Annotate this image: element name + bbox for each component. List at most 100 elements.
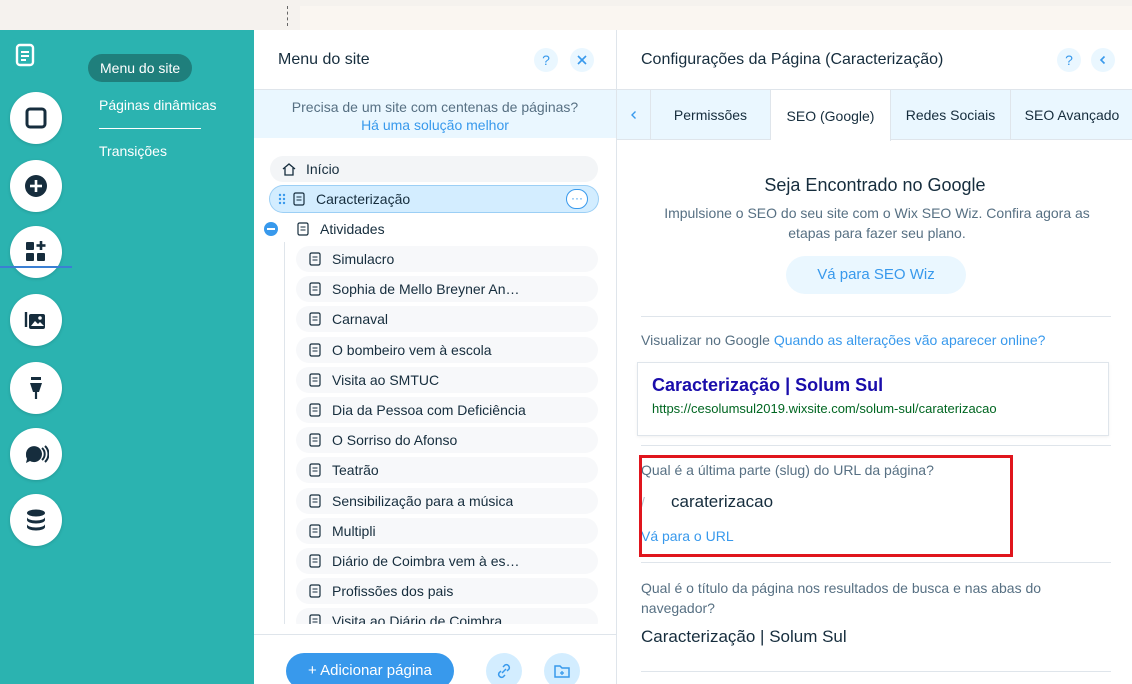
seo-description: Impulsione o SEO do seu site com o Wix S… (664, 205, 1090, 241)
help-button[interactable]: ? (1057, 48, 1081, 72)
background-button[interactable] (10, 92, 62, 144)
tab-advanced-seo[interactable]: SEO Avançado (1011, 90, 1132, 140)
chat-bubble-icon (25, 445, 49, 463)
subpage-item[interactable]: Visita ao SMTUC (296, 366, 598, 393)
tab-social[interactable]: Redes Sociais (891, 90, 1011, 140)
close-button[interactable] (570, 48, 594, 72)
page-icon (309, 252, 321, 266)
banner-link[interactable]: Há uma solução melhor (254, 116, 616, 134)
nav-transitions[interactable]: Transições (99, 143, 167, 159)
square-icon (25, 107, 47, 129)
apps-icon (26, 241, 46, 261)
google-preview: Caracterização | Solum Sul https://cesol… (637, 362, 1109, 436)
tab-seo-google[interactable]: SEO (Google) (771, 90, 891, 141)
nav-dynamic-pages[interactable]: Páginas dinâmicas (99, 97, 217, 113)
help-button[interactable]: ? (534, 48, 558, 72)
tabs-scroll-left[interactable] (617, 90, 651, 140)
nav-divider (99, 128, 201, 129)
subpage-item[interactable]: Simulacro (296, 246, 598, 272)
page-icon (309, 373, 321, 387)
page-title-input[interactable]: Caracterização | Solum Sul (641, 627, 847, 647)
page-options-button[interactable]: ··· (566, 189, 588, 209)
media-button[interactable] (10, 294, 62, 346)
subpage-item[interactable]: O Sorriso do Afonso (296, 427, 598, 454)
database-icon (27, 509, 45, 531)
divider (641, 445, 1111, 446)
pages-menu-button[interactable] (8, 38, 42, 72)
media-icon (24, 312, 45, 329)
subpage-item[interactable]: Visita ao Diário de Coimbra (296, 608, 598, 624)
subpage-item[interactable]: Dia da Pessoa com Deficiência (296, 397, 598, 423)
page-icon (309, 584, 321, 598)
seo-wiz-button[interactable]: Vá para SEO Wiz (786, 256, 966, 294)
page-icon (309, 554, 321, 568)
page-label: O Sorriso do Afonso (332, 432, 458, 449)
page-label: Simulacro (332, 251, 395, 267)
page-item[interactable]: Atividades (264, 216, 598, 242)
collapse-panel-button[interactable] (1091, 48, 1115, 72)
chat-button[interactable] (10, 428, 62, 480)
page-icon (309, 433, 321, 447)
canvas-guide-line (287, 6, 288, 26)
page-icon (309, 282, 321, 296)
site-menu-header: Menu do site ? (254, 30, 616, 90)
google-preview-url: https://cesolumsul2019.wixsite.com/solum… (652, 401, 997, 416)
app-market-button[interactable] (10, 226, 62, 278)
add-element-button[interactable] (10, 160, 62, 212)
canvas-ruler (300, 6, 1132, 30)
page-icon (293, 192, 305, 206)
preview-help-link[interactable]: Quando as alterações vão aparecer online… (774, 332, 1046, 348)
left-tool-rail (0, 30, 72, 684)
page-icon (309, 493, 321, 508)
page-label: Atividades (320, 221, 385, 237)
page-title-label: Qual é o título da página nos resultados… (641, 580, 1042, 616)
add-link-button[interactable] (486, 653, 522, 684)
page-icon (309, 403, 321, 417)
database-button[interactable] (10, 494, 62, 546)
google-preview-title: Caracterização | Solum Sul (652, 375, 884, 395)
tab-permissions[interactable]: Permissões (651, 90, 771, 140)
add-folder-button[interactable] (544, 653, 580, 684)
chevron-left-icon (1099, 55, 1106, 65)
subpage-item[interactable]: Sophia de Mello Breyner An… (296, 276, 598, 303)
subpage-item[interactable]: Sensibilização para a música (296, 487, 598, 514)
subpage-item[interactable]: O bombeiro vem à escola (296, 336, 598, 363)
page-label: Visita ao Diário de Coimbra (332, 613, 503, 624)
subpage-item[interactable]: Teatrão (296, 457, 598, 484)
page-label: Sensibilização para a música (332, 492, 514, 509)
link-icon (497, 663, 511, 679)
add-page-button[interactable]: + Adicionar página (286, 653, 454, 684)
plus-circle-icon (25, 175, 47, 197)
help-icon: ? (1065, 52, 1073, 68)
nav-site-menu[interactable]: Menu do site (88, 54, 193, 82)
divider (641, 671, 1111, 672)
tree-line (284, 216, 285, 624)
upgrade-banner: Precisa de um site com centenas de págin… (254, 90, 616, 138)
folder-icon (554, 665, 570, 678)
divider (641, 316, 1111, 317)
subpage-item[interactable]: Carnaval (296, 306, 598, 333)
blog-button[interactable] (10, 362, 62, 414)
page-label: Visita ao SMTUC (332, 371, 440, 388)
page-item[interactable]: Início (270, 156, 598, 182)
page-label: Diário de Coimbra vem à es… (332, 553, 520, 569)
preview-label-row: Visualizar no Google Quando as alteraçõe… (641, 332, 1045, 348)
page-item-selected[interactable]: Caracterização ··· (270, 186, 598, 212)
page-label: Caracterização (316, 191, 411, 207)
divider (641, 562, 1111, 563)
subpage-item[interactable]: Profissões dos pais (296, 578, 598, 605)
drag-handle-icon[interactable] (278, 192, 286, 206)
pages-footer: + Adicionar página (254, 634, 616, 684)
pen-icon (30, 377, 42, 399)
settings-header: Configurações da Página (Caracterização)… (617, 30, 1132, 90)
page-icon (309, 463, 321, 477)
preview-label: Visualizar no Google (641, 332, 770, 348)
page-icon (309, 614, 321, 624)
page-label: Teatrão (332, 462, 379, 479)
settings-tabs: Permissões SEO (Google) Redes Sociais SE… (617, 90, 1132, 141)
page-label: Sophia de Mello Breyner An… (332, 281, 520, 298)
subpage-item[interactable]: Diário de Coimbra vem à es… (296, 548, 598, 574)
site-menu-nav: Menu do site Páginas dinâmicas Transiçõe… (72, 30, 254, 684)
subpage-item[interactable]: Multipli (296, 517, 598, 544)
collapse-icon[interactable] (264, 222, 278, 236)
